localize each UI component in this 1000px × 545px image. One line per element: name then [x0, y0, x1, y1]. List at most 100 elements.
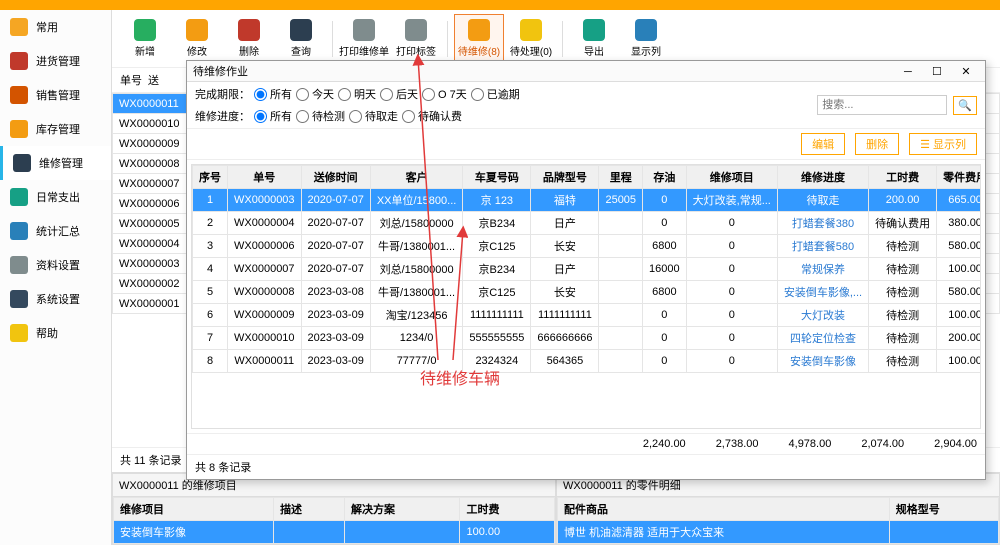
modal-status: 共 8 条记录 [195, 459, 251, 475]
edit-button[interactable]: 编辑 [801, 133, 845, 155]
bg-no[interactable]: WX0000003 [113, 254, 187, 274]
total-value: 2,074.00 [861, 438, 904, 450]
nav-icon [13, 154, 31, 172]
toolbar-label: 待处理(0) [510, 43, 552, 58]
radio-option[interactable]: 明天 [338, 86, 376, 102]
toolbar-label: 打印标签 [396, 43, 436, 58]
sidebar-item[interactable]: 进货管理 [0, 44, 111, 78]
sidebar-item[interactable]: 统计汇总 [0, 214, 111, 248]
maximize-icon[interactable]: ☐ [924, 65, 950, 78]
toolbar-label: 新增 [135, 43, 155, 58]
toolbar-button[interactable]: 导出 [569, 15, 619, 62]
minimize-icon[interactable]: ─ [895, 66, 921, 78]
toolbar-label: 删除 [239, 43, 259, 58]
close-icon[interactable]: ✕ [953, 65, 979, 78]
toolbar-button[interactable]: 新增 [120, 15, 170, 62]
col-header[interactable]: 工时费 [869, 166, 937, 189]
bg-no[interactable]: WX0000004 [113, 234, 187, 254]
col-header[interactable]: 单号 [228, 166, 302, 189]
toolbar-icon [186, 19, 208, 41]
toolbar-button[interactable]: 打印维修单 [339, 15, 389, 62]
table-row[interactable]: 6WX00000092023-03-09淘宝/12345611111111111… [193, 304, 982, 327]
modal-title: 待维修作业 [193, 63, 248, 79]
table-row[interactable]: 2WX00000042020-07-07刘总/15800000京B234日产00… [193, 212, 982, 235]
sidebar-item[interactable]: 帮助 [0, 316, 111, 350]
total-value: 4,978.00 [789, 438, 832, 450]
search-go-button[interactable]: 🔍 [953, 96, 977, 115]
radio-option[interactable]: 今天 [296, 86, 334, 102]
bg-no[interactable]: WX0000009 [113, 134, 187, 154]
sidebar-item[interactable]: 维修管理 [0, 146, 111, 180]
bg-no[interactable]: WX0000008 [113, 154, 187, 174]
bp-col[interactable]: 规格型号 [889, 498, 998, 521]
table-row[interactable]: 3WX00000062020-07-07牛哥/1380001...京C125长安… [193, 235, 982, 258]
radio-option[interactable]: 后天 [380, 86, 418, 102]
sidebar-item[interactable]: 常用 [0, 10, 111, 44]
delete-button[interactable]: 删除 [855, 133, 899, 155]
bg-no[interactable]: WX0000007 [113, 174, 187, 194]
pending-repair-dialog: 待维修作业 ─ ☐ ✕ 完成期限：所有今天明天后天O 7天已逾期 维修进度：所有… [186, 60, 986, 480]
toolbar-button[interactable]: 查询 [276, 15, 326, 62]
toolbar-button[interactable]: 显示列 [621, 15, 671, 62]
col-header[interactable]: 零件费用 [937, 166, 981, 189]
radio-option[interactable]: 待检测 [296, 108, 345, 124]
toolbar-button[interactable]: 打印标签 [391, 15, 441, 62]
sidebar-item-label: 销售管理 [36, 87, 80, 103]
bp-col[interactable]: 工时费 [460, 498, 555, 521]
col-header[interactable]: 存油 [643, 166, 687, 189]
nav-icon [10, 256, 28, 274]
col-header[interactable]: 序号 [193, 166, 228, 189]
radio-option[interactable]: O 7天 [422, 86, 467, 102]
show-cols-button[interactable]: ☰ 显示列 [909, 133, 977, 155]
col-header[interactable]: 维修项目 [686, 166, 777, 189]
toolbar-label: 显示列 [631, 43, 661, 58]
bg-no[interactable]: WX0000001 [113, 294, 187, 314]
bg-no[interactable]: WX0000011 [113, 94, 187, 114]
sidebar-item[interactable]: 库存管理 [0, 112, 111, 146]
toolbar-button[interactable]: 删除 [224, 15, 274, 62]
col-header[interactable]: 维修进度 [777, 166, 868, 189]
radio-option[interactable]: 待确认费 [402, 108, 462, 124]
toolbar-icon [520, 19, 542, 41]
bg-no[interactable]: WX0000010 [113, 114, 187, 134]
bg-no[interactable]: WX0000002 [113, 274, 187, 294]
col-header[interactable]: 送修时间 [301, 166, 370, 189]
toolbar-icon [290, 19, 312, 41]
sidebar-item[interactable]: 资料设置 [0, 248, 111, 282]
table-row[interactable]: 4WX00000072020-07-07刘总/15800000京B234日产16… [193, 258, 982, 281]
col-header[interactable]: 里程 [599, 166, 643, 189]
radio-option[interactable]: 待取走 [349, 108, 398, 124]
col-header[interactable]: 客户 [370, 166, 463, 189]
toolbar-button[interactable]: 待处理(0) [506, 15, 556, 62]
toolbar-icon [353, 19, 375, 41]
nav-icon [10, 222, 28, 240]
col-header[interactable]: 品牌型号 [531, 166, 599, 189]
toolbar-label: 打印维修单 [339, 43, 389, 58]
search-input[interactable] [817, 95, 947, 115]
sidebar-item[interactable]: 销售管理 [0, 78, 111, 112]
toolbar-button[interactable]: 待维修(8) [454, 14, 504, 63]
radio-option[interactable]: 已逾期 [471, 86, 520, 102]
sidebar-item[interactable]: 日常支出 [0, 180, 111, 214]
bg-no[interactable]: WX0000006 [113, 194, 187, 214]
table-row[interactable]: 5WX00000082023-03-08牛哥/1380001...京C125长安… [193, 281, 982, 304]
radio-option[interactable]: 所有 [254, 108, 292, 124]
toolbar-button[interactable]: 修改 [172, 15, 222, 62]
toolbar-label: 导出 [584, 43, 604, 58]
bp-row[interactable]: 博世 机油滤清器 适用于大众宝来 [558, 521, 999, 544]
sidebar-item[interactable]: 系统设置 [0, 282, 111, 316]
toolbar-icon [405, 19, 427, 41]
total-value: 2,738.00 [716, 438, 759, 450]
col-header[interactable]: 车夏号码 [463, 166, 531, 189]
bp-col[interactable]: 配件商品 [558, 498, 890, 521]
sidebar-item-label: 维修管理 [39, 155, 83, 171]
bp-row[interactable]: 安装倒车影像100.00 [114, 521, 555, 544]
bp-col[interactable]: 解决方案 [344, 498, 459, 521]
bp-col[interactable]: 维修项目 [114, 498, 274, 521]
table-row[interactable]: 8WX00000112023-03-0977777/02324324564365… [193, 350, 982, 373]
bg-no[interactable]: WX0000005 [113, 214, 187, 234]
table-row[interactable]: 7WX00000102023-03-091234/055555555566666… [193, 327, 982, 350]
bp-col[interactable]: 描述 [274, 498, 345, 521]
radio-option[interactable]: 所有 [254, 86, 292, 102]
table-row[interactable]: 1WX00000032020-07-07XX单位/15800...京 123福特… [193, 189, 982, 212]
